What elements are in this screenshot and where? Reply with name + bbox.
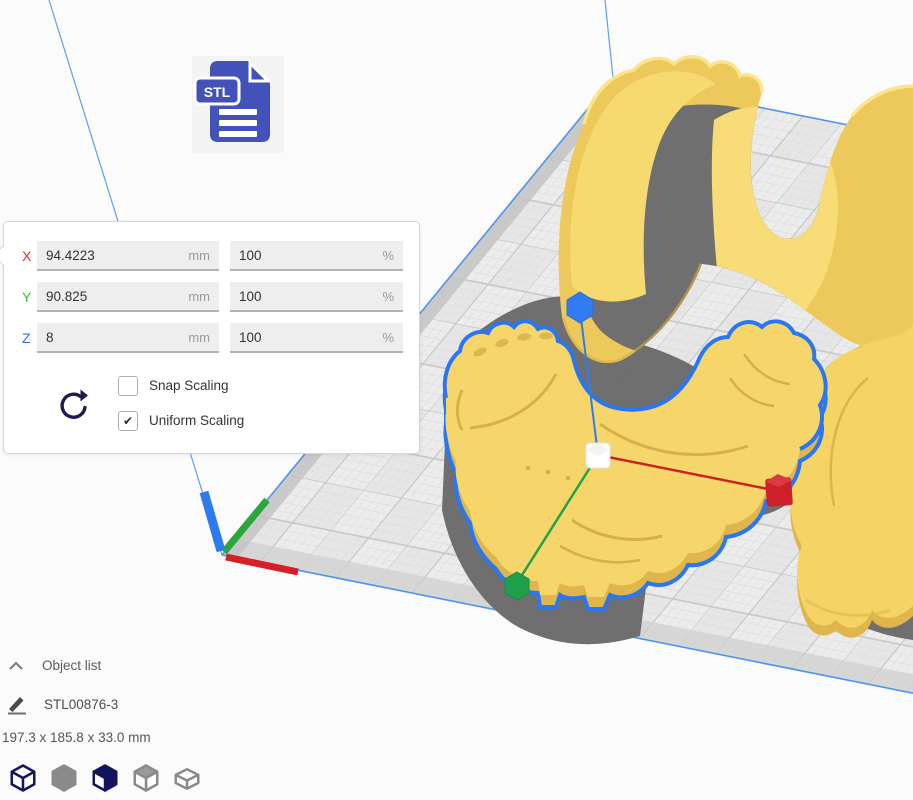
x-percent-field-wrap: % bbox=[230, 241, 403, 271]
z-axis-bar bbox=[204, 492, 221, 551]
y-size-input[interactable] bbox=[37, 282, 219, 310]
reset-scale-button[interactable] bbox=[54, 388, 92, 428]
solid-gray-cube-icon[interactable] bbox=[49, 763, 79, 793]
chevron-up-icon bbox=[8, 660, 24, 672]
z-size-input[interactable] bbox=[37, 323, 219, 351]
scale-center-handle[interactable] bbox=[586, 443, 610, 468]
z-percent-field-wrap: % bbox=[230, 323, 403, 353]
object-list-title: Object list bbox=[42, 658, 101, 673]
z-size-field-wrap: mm bbox=[37, 323, 219, 353]
stl-file-badge: STL bbox=[192, 56, 284, 153]
y-axis-label: Y bbox=[22, 282, 38, 312]
gray-top-cube-icon[interactable] bbox=[131, 763, 161, 793]
y-percent-input[interactable] bbox=[230, 282, 403, 310]
object-list-item[interactable]: STL00876-3 bbox=[6, 693, 118, 715]
panel-pointer-tail bbox=[0, 245, 14, 266]
z-axis-label: Z bbox=[22, 323, 38, 353]
mesh-type-toolbar bbox=[8, 763, 202, 793]
uniform-scaling-label: Uniform Scaling bbox=[149, 411, 244, 431]
x-percent-input[interactable] bbox=[230, 241, 403, 269]
uniform-scaling-checkbox[interactable]: ✔ bbox=[118, 411, 138, 431]
x-axis-label: X bbox=[22, 241, 38, 271]
wireframe-cube-icon[interactable] bbox=[8, 763, 38, 793]
snap-scaling-checkbox[interactable] bbox=[118, 376, 138, 396]
cura-3d-scale-view: { "scale_panel": { "rows": [ { "axis": "… bbox=[0, 0, 913, 800]
object-name: STL00876-3 bbox=[44, 697, 118, 712]
y-percent-field-wrap: % bbox=[230, 282, 403, 312]
navy-open-cube-icon[interactable] bbox=[90, 763, 120, 793]
scale-tool-panel: X mm % Y mm % Z mm % Snap Scaling ✔ Unif… bbox=[3, 221, 420, 454]
pencil-edit-icon bbox=[6, 693, 28, 715]
snap-scaling-label: Snap Scaling bbox=[149, 376, 229, 396]
object-dimensions: 197.3 x 185.8 x 33.0 mm bbox=[2, 730, 151, 745]
y-size-field-wrap: mm bbox=[37, 282, 219, 312]
x-size-field-wrap: mm bbox=[37, 241, 219, 271]
reset-arrow-icon bbox=[55, 388, 91, 426]
stl-badge-label: STL bbox=[204, 84, 231, 100]
x-size-input[interactable] bbox=[37, 241, 219, 269]
object-list-header[interactable]: Object list bbox=[8, 658, 101, 673]
folded-corner-icon bbox=[250, 63, 268, 81]
gray-flat-cube-icon[interactable] bbox=[172, 763, 202, 793]
z-percent-input[interactable] bbox=[230, 323, 403, 351]
stl-file-icon: STL bbox=[192, 56, 284, 153]
